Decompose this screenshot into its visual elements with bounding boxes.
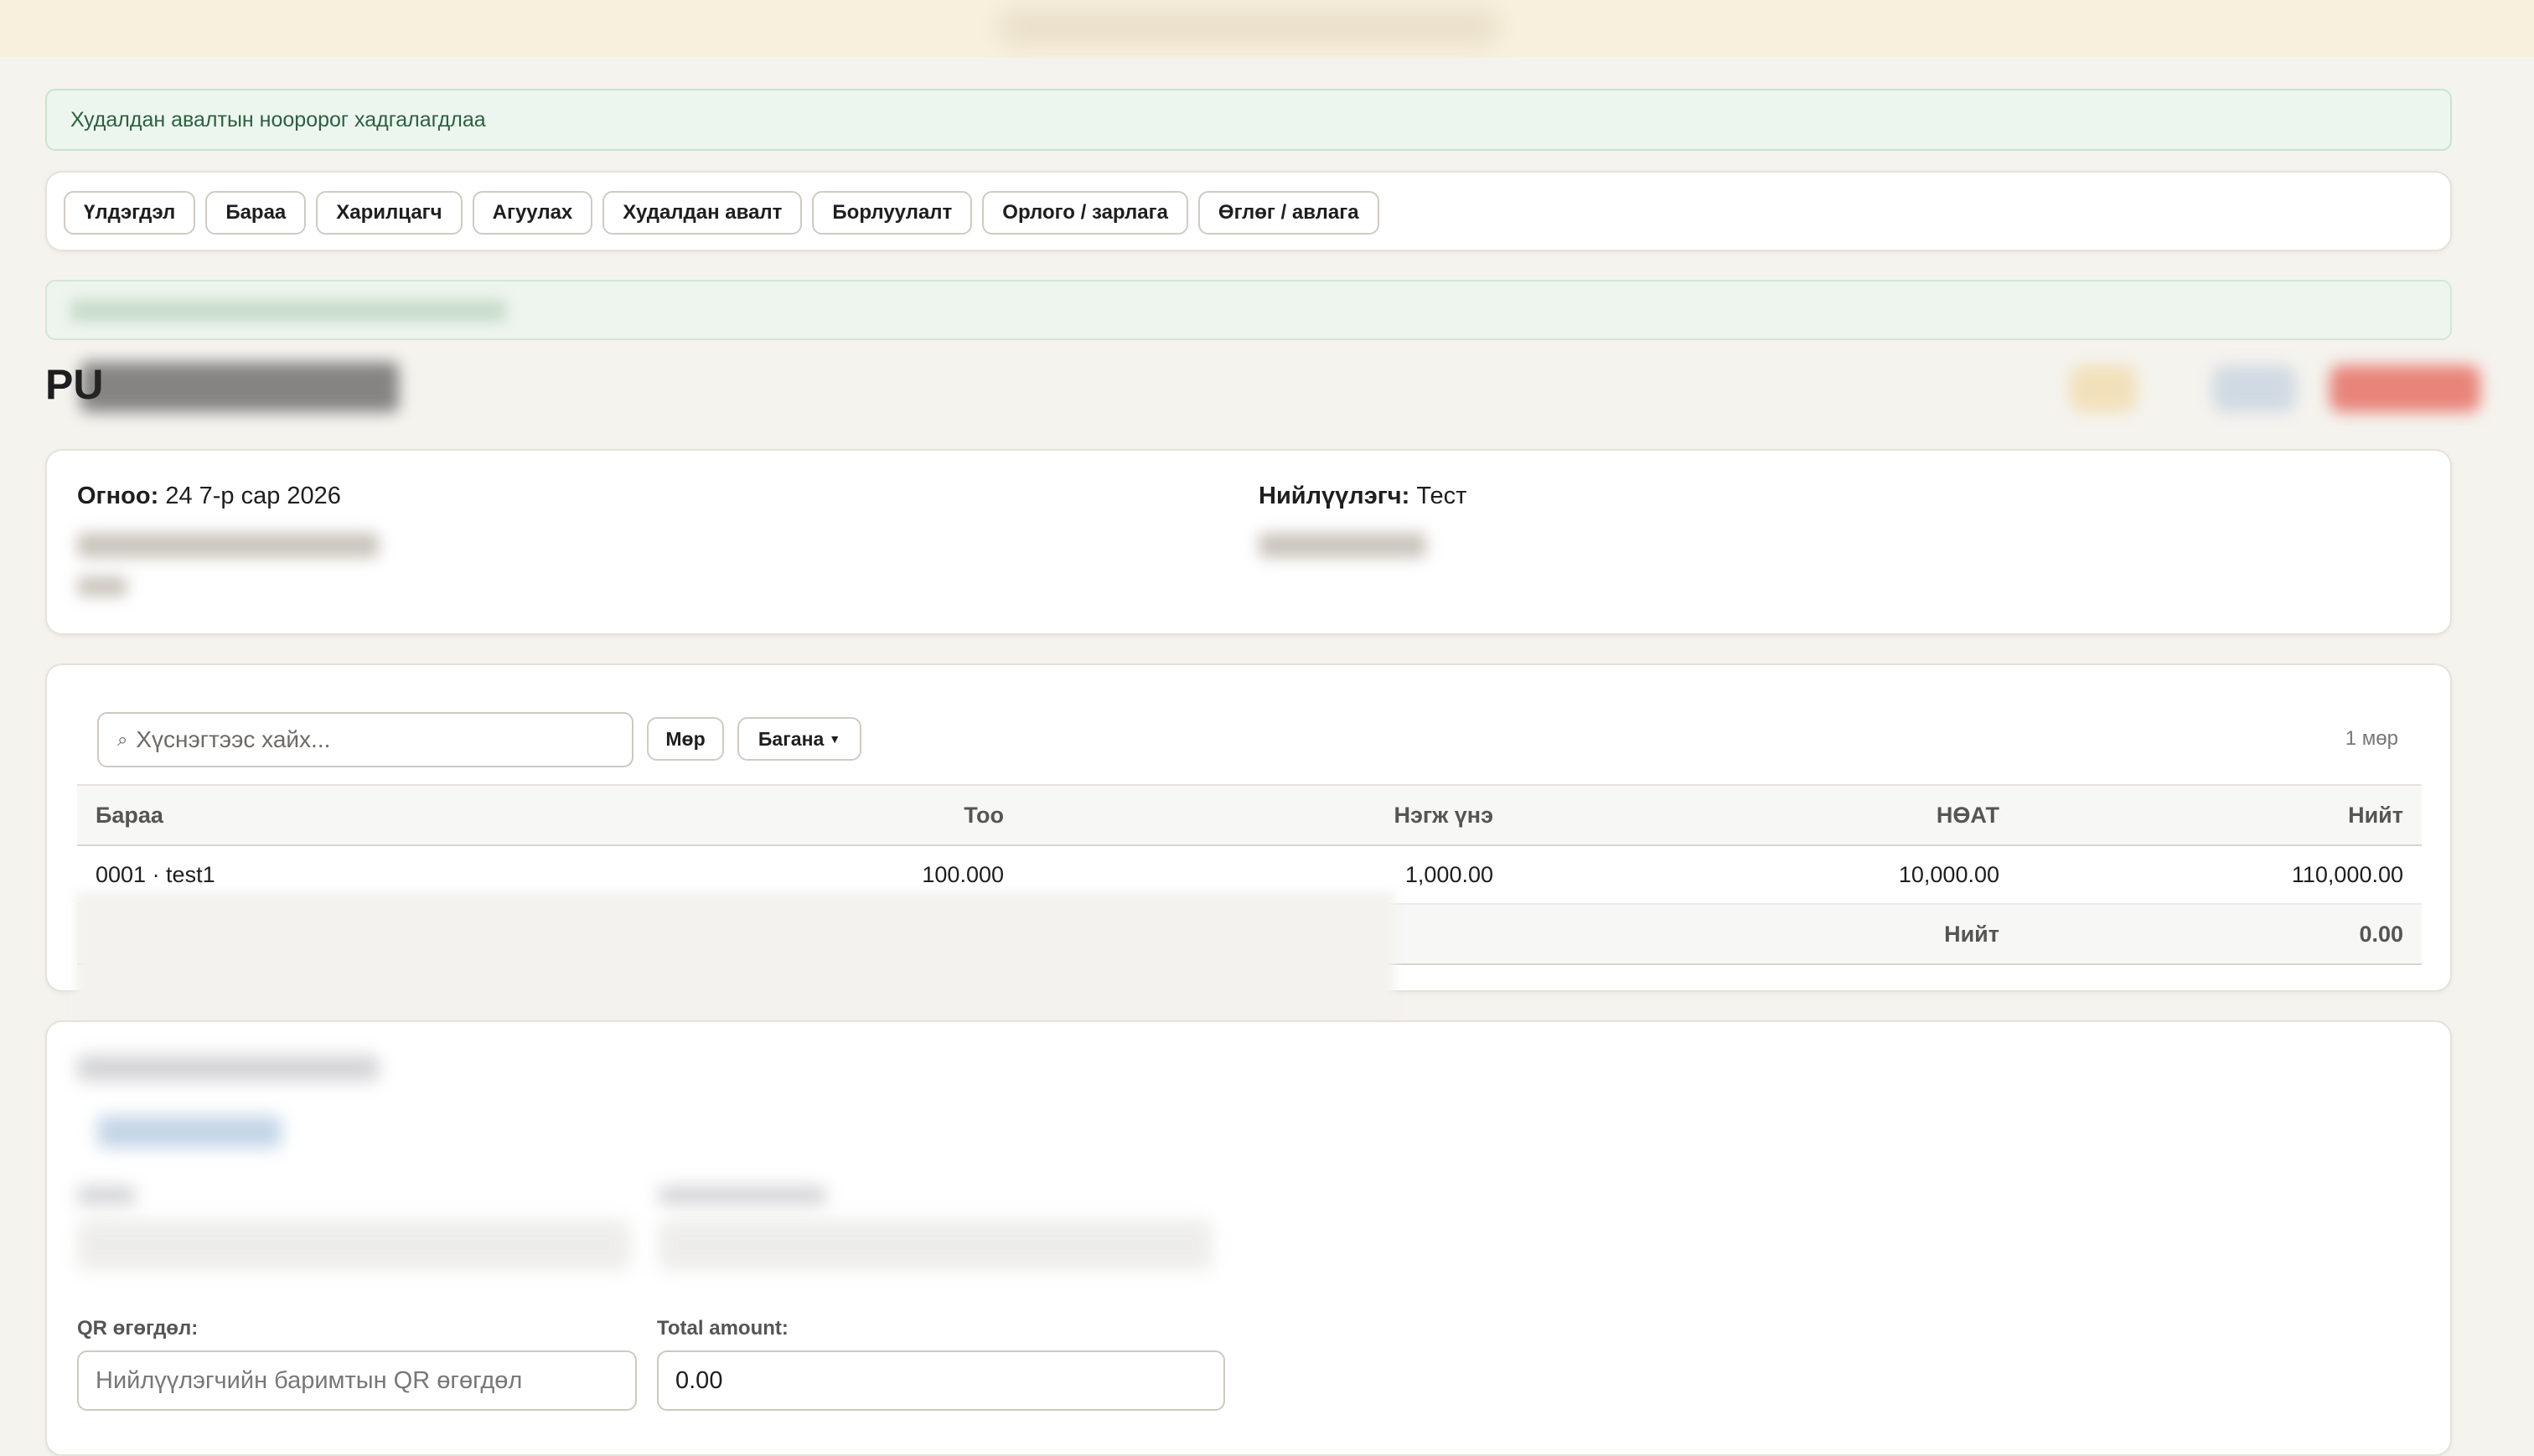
payment-card: QR өгөгдөл: Нийлүүлэгчийн баримтын QR өг… <box>45 1020 2452 1456</box>
success-alert: Худалдан авалтын нооророг хадгалагдлаа <box>45 89 2452 151</box>
delete-button[interactable] <box>2330 365 2480 412</box>
date-field: Огноо: 24 7-р сар 2026 <box>77 483 341 510</box>
nav-item-sales[interactable]: Борлуулалт <box>812 191 973 235</box>
qr-data-placeholder: Нийлүүлэгчийн баримтын QR өгөгдөл <box>96 1366 523 1394</box>
nav-item-partners[interactable]: Харилцагч <box>316 191 463 235</box>
blurred-section-button[interactable] <box>97 1116 282 1148</box>
search-icon: ⌕ <box>117 729 128 750</box>
nav-item-products[interactable]: Бараа <box>205 191 307 235</box>
column-header-item[interactable]: Бараа <box>77 784 550 846</box>
footer-total-value: 0.00 <box>2018 904 2422 965</box>
supplier-field: Нийлүүлэгч: Тест <box>1259 483 1466 510</box>
columns-dropdown-label: Багана <box>758 727 825 750</box>
top-bar-blurred-title <box>997 8 1500 45</box>
date-value: 24 7-р сар 2026 <box>165 483 341 509</box>
blurred-field-2[interactable] <box>659 1220 1212 1270</box>
supplier-value: Тест <box>1416 483 1467 509</box>
page-title-blurred <box>80 362 399 412</box>
blurred-info-line-1 <box>77 533 379 558</box>
blurred-info-line-3 <box>1259 533 1426 558</box>
total-amount-label: Total amount: <box>657 1317 789 1340</box>
total-amount-input[interactable]: 0.00 <box>657 1350 1225 1411</box>
blurred-alert-text <box>70 300 506 322</box>
nav-item-purchases[interactable]: Худалдан авалт <box>602 191 803 235</box>
blurred-field-1[interactable] <box>77 1220 630 1270</box>
table-search-placeholder: Хүснэгтээс хайх... <box>136 726 331 752</box>
nav-card: Үлдэгдэл Бараа Харилцагч Агуулах Худалда… <box>45 171 2452 251</box>
column-header-total[interactable]: Нийт <box>2018 784 2422 846</box>
qr-data-input[interactable]: Нийлүүлэгчийн баримтын QR өгөгдөл <box>77 1350 637 1411</box>
date-label: Огноо: <box>77 483 159 509</box>
nav-item-payables-receivables[interactable]: Өглөг / авлага <box>1197 191 1379 235</box>
success-alert-message: Худалдан авалтын нооророг хадгалагдлаа <box>70 108 486 132</box>
table-header-row: Бараа Тоо Нэгж үнэ НӨАТ Нийт <box>77 784 2422 846</box>
table-search-input[interactable]: ⌕ Хүснэгтээс хайх... <box>97 712 634 767</box>
nav-item-warehouse[interactable]: Агуулах <box>472 191 593 235</box>
row-count: 1 мөр <box>2345 727 2398 750</box>
header-action-button-2[interactable] <box>2212 365 2296 412</box>
blurred-table-overlay <box>75 891 1394 1042</box>
supplier-label: Нийлүүлэгч: <box>1259 483 1410 509</box>
top-bar <box>0 0 2534 57</box>
column-header-qty[interactable]: Тоо <box>550 784 1022 846</box>
header-action-button-1[interactable] <box>2070 365 2137 412</box>
blurred-info-line-2 <box>77 576 127 596</box>
cell-total: 110,000.00 <box>2018 845 2422 905</box>
blurred-section-title <box>77 1056 379 1081</box>
column-header-vat[interactable]: НӨАТ <box>1512 784 2018 846</box>
nav-item-income-expense[interactable]: Орлого / зарлага <box>982 191 1188 235</box>
add-row-button[interactable]: Мөр <box>647 717 724 761</box>
blurred-field-label-2 <box>659 1186 826 1205</box>
qr-data-label: QR өгөгдөл: <box>77 1317 199 1340</box>
purchase-info-card: Огноо: 24 7-р сар 2026 Нийлүүлэгч: Тест <box>45 449 2452 635</box>
nav-bar: Үлдэгдэл Бараа Харилцагч Агуулах Худалда… <box>64 191 1379 235</box>
nav-item-balance[interactable]: Үлдэгдэл <box>64 191 196 235</box>
columns-dropdown-button[interactable]: Багана ▼ <box>737 717 861 761</box>
cell-vat: 10,000.00 <box>1512 845 2018 905</box>
total-amount-value: 0.00 <box>675 1366 723 1394</box>
column-header-unit-price[interactable]: Нэгж үнэ <box>1022 784 1512 846</box>
blurred-alert <box>45 280 2452 340</box>
footer-total-label: Нийт <box>1512 904 2018 965</box>
blurred-field-label-1 <box>77 1186 136 1205</box>
chevron-down-icon: ▼ <box>829 732 841 746</box>
